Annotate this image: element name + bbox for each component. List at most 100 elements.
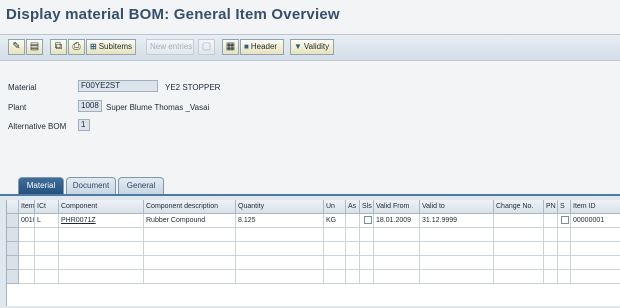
empty-cell[interactable]: [324, 228, 346, 242]
cell-quantity[interactable]: 8.125: [236, 214, 324, 228]
row-selector[interactable]: [7, 228, 19, 242]
cell-change-no[interactable]: [494, 214, 544, 228]
empty-cell[interactable]: [59, 242, 144, 256]
empty-cell[interactable]: [571, 228, 620, 242]
empty-cell[interactable]: [236, 242, 324, 256]
cell-unit[interactable]: KG: [324, 214, 346, 228]
empty-cell[interactable]: [59, 270, 144, 284]
tab-material[interactable]: Material: [18, 177, 64, 194]
empty-cell[interactable]: [544, 270, 558, 284]
empty-cell[interactable]: [360, 270, 374, 284]
empty-cell[interactable]: [324, 256, 346, 270]
empty-cell[interactable]: [35, 228, 59, 242]
s-checkbox-cell[interactable]: [558, 214, 571, 228]
material-field[interactable]: F00YE2ST: [78, 80, 158, 92]
tab-document[interactable]: Document: [66, 177, 116, 194]
empty-cell[interactable]: [374, 242, 420, 256]
empty-cell[interactable]: [360, 228, 374, 242]
validity-button[interactable]: ▼ Validity: [290, 39, 334, 55]
empty-cell[interactable]: [19, 228, 35, 242]
empty-cell[interactable]: [324, 242, 346, 256]
empty-cell[interactable]: [420, 242, 494, 256]
empty-cell[interactable]: [360, 242, 374, 256]
cell-ict[interactable]: L: [35, 214, 59, 228]
empty-cell[interactable]: [346, 270, 360, 284]
empty-cell[interactable]: [35, 256, 59, 270]
column-header-ict[interactable]: ICt: [35, 200, 59, 214]
subitems-button[interactable]: ⊞ Subitems: [86, 39, 136, 55]
display-change-icon[interactable]: ✎: [8, 39, 25, 55]
row-selector[interactable]: [7, 242, 19, 256]
empty-cell[interactable]: [494, 242, 544, 256]
empty-cell[interactable]: [19, 256, 35, 270]
cell-valid-from[interactable]: 18.01.2009: [374, 214, 420, 228]
empty-cell[interactable]: [236, 228, 324, 242]
empty-cell[interactable]: [544, 228, 558, 242]
display-icon[interactable]: ▤: [26, 39, 43, 55]
column-header-valid-from[interactable]: Valid From: [374, 200, 420, 214]
empty-cell[interactable]: [144, 242, 236, 256]
empty-cell[interactable]: [144, 228, 236, 242]
select-all-cell[interactable]: [7, 200, 19, 214]
cell-component-link[interactable]: PHR0071Z: [59, 214, 144, 228]
column-header-sls[interactable]: Sls: [360, 200, 374, 214]
copy-icon[interactable]: ⧉: [50, 39, 67, 55]
empty-cell[interactable]: [571, 242, 620, 256]
column-header-item[interactable]: Item: [19, 200, 35, 214]
alternative-bom-field[interactable]: 1: [78, 119, 90, 131]
empty-cell[interactable]: [558, 256, 571, 270]
column-header-as[interactable]: As: [346, 200, 360, 214]
empty-cell[interactable]: [59, 256, 144, 270]
empty-cell[interactable]: [236, 256, 324, 270]
empty-cell[interactable]: [346, 242, 360, 256]
empty-cell[interactable]: [374, 270, 420, 284]
empty-cell[interactable]: [544, 242, 558, 256]
column-header-quantity[interactable]: Quantity: [236, 200, 324, 214]
empty-cell[interactable]: [324, 270, 346, 284]
empty-cell[interactable]: [494, 256, 544, 270]
sls-checkbox[interactable]: [363, 216, 372, 225]
empty-cell[interactable]: [59, 228, 144, 242]
empty-cell[interactable]: [558, 242, 571, 256]
column-header-item-id[interactable]: Item ID: [571, 200, 620, 214]
empty-cell[interactable]: [494, 270, 544, 284]
empty-cell[interactable]: [346, 228, 360, 242]
empty-cell[interactable]: [544, 256, 558, 270]
empty-cell[interactable]: [144, 256, 236, 270]
row-selector[interactable]: [7, 214, 19, 228]
empty-cell[interactable]: [571, 270, 620, 284]
empty-cell[interactable]: [571, 256, 620, 270]
plant-field[interactable]: 1008: [78, 100, 102, 112]
cell-item-id[interactable]: 00000001: [571, 214, 620, 228]
row-selector[interactable]: [7, 270, 19, 284]
item-detail-icon[interactable]: ▦: [222, 39, 239, 55]
empty-cell[interactable]: [420, 270, 494, 284]
empty-cell[interactable]: [360, 256, 374, 270]
column-header-component[interactable]: Component: [59, 200, 144, 214]
empty-cell[interactable]: [35, 270, 59, 284]
empty-cell[interactable]: [558, 270, 571, 284]
empty-cell[interactable]: [558, 228, 571, 242]
empty-cell[interactable]: [19, 242, 35, 256]
empty-cell[interactable]: [374, 228, 420, 242]
cell-valid-to[interactable]: 31.12.9999: [420, 214, 494, 228]
delete-icon[interactable]: ▢: [198, 39, 215, 55]
empty-cell[interactable]: [19, 270, 35, 284]
s-checkbox[interactable]: [561, 216, 569, 225]
column-header-s[interactable]: S: [558, 200, 571, 214]
print-icon[interactable]: ⎙: [68, 39, 85, 55]
column-header-unit[interactable]: Un: [324, 200, 346, 214]
column-header-pn[interactable]: PN: [544, 200, 558, 214]
column-header-valid-to[interactable]: Valid to: [420, 200, 494, 214]
empty-cell[interactable]: [144, 270, 236, 284]
sls-checkbox-cell[interactable]: [360, 214, 374, 228]
header-button[interactable]: ■ Header: [240, 39, 284, 55]
empty-cell[interactable]: [494, 228, 544, 242]
column-header-change-no[interactable]: Change No.: [494, 200, 544, 214]
empty-cell[interactable]: [374, 256, 420, 270]
empty-cell[interactable]: [236, 270, 324, 284]
row-selector[interactable]: [7, 256, 19, 270]
column-header-description[interactable]: Component description: [144, 200, 236, 214]
empty-cell[interactable]: [420, 228, 494, 242]
tab-general[interactable]: General: [118, 177, 164, 194]
